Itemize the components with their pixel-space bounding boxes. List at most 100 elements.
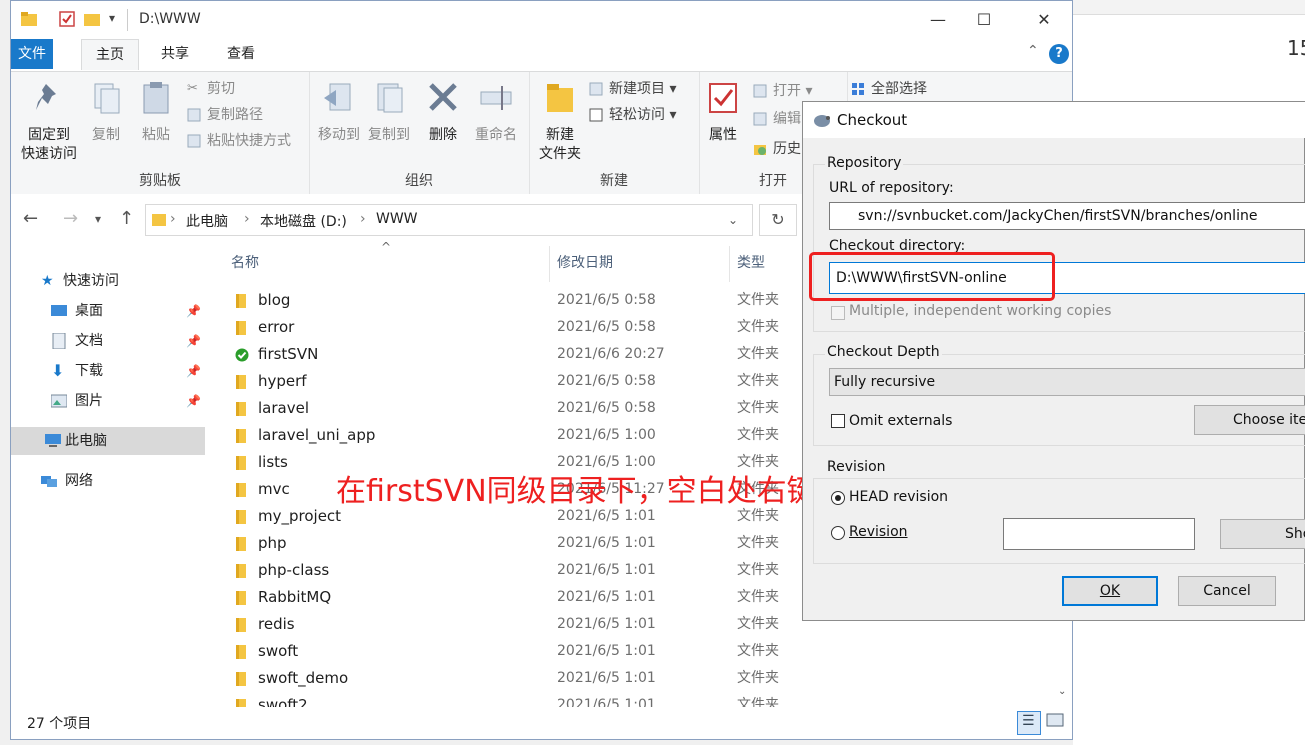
forward-arrow-icon[interactable]: → <box>63 208 78 229</box>
address-bar[interactable]: › 此电脑 › 本地磁盘 (D:) › WWW ⌄ <box>145 204 753 236</box>
properties-icon <box>709 83 737 113</box>
delete-button[interactable]: 删除 <box>423 80 463 145</box>
column-header-type[interactable]: 类型 <box>737 252 765 272</box>
clipboard-group: 固定到 快速访问 复制 粘贴 ✂ 剪切 复制路径 粘贴快捷方式 剪贴板 <box>11 72 310 194</box>
revision-radio[interactable] <box>831 526 845 540</box>
address-dropdown-icon[interactable]: ⌄ <box>728 213 738 227</box>
file-row[interactable]: swoft_demo 2021/6/5 1:01 文件夹 <box>231 665 1031 692</box>
details-view-button[interactable]: ☰ <box>1017 711 1041 735</box>
pin-quick-access-button[interactable]: 固定到 快速访问 <box>19 80 79 164</box>
details-view-icon: ☰ <box>1022 713 1035 729</box>
history-label: 历史 <box>773 141 801 157</box>
file-row[interactable]: swoft 2021/6/5 1:01 文件夹 <box>231 638 1031 665</box>
tortoise-icon <box>814 115 830 127</box>
cancel-button[interactable]: Cancel <box>1178 576 1276 606</box>
folder-icon <box>236 456 246 470</box>
history-button[interactable]: 历史 <box>753 138 801 160</box>
help-button[interactable]: ? <box>1049 44 1069 64</box>
file-name: firstSVN <box>258 345 319 363</box>
file-date: 2021/6/5 0:58 <box>557 319 656 335</box>
show-log-button[interactable]: Show log <box>1220 519 1305 549</box>
breadcrumb-drive-d[interactable]: 本地磁盘 (D:) <box>260 211 347 231</box>
easy-access-label: 轻松访问 <box>609 107 665 123</box>
open-button[interactable]: 打开 ▾ <box>753 80 812 102</box>
checkout-dialog: Checkout Repository URL of repository: s… <box>802 101 1305 621</box>
tab-share[interactable]: 共享 <box>147 39 203 69</box>
refresh-button[interactable]: ↻ <box>759 204 797 236</box>
maximize-button[interactable]: ☐ <box>961 7 1007 33</box>
nav-network[interactable]: 网络 <box>11 467 205 495</box>
select-all-button[interactable]: 全部选择 <box>851 78 927 100</box>
cut-button[interactable]: ✂ 剪切 <box>187 78 235 100</box>
easy-access-icon <box>589 108 603 122</box>
navigation-pane: ★ 快速访问 桌面 📌 文档 📌 ⬇ 下载 📌 图片 📌 此电脑 网络 <box>11 246 211 706</box>
back-arrow-icon[interactable]: ← <box>23 208 38 229</box>
tab-home[interactable]: 主页 <box>81 39 139 70</box>
omit-externals-checkbox[interactable] <box>831 414 845 428</box>
url-input[interactable]: svn://svnbucket.com/JackyChen/firstSVN/b… <box>829 202 1305 230</box>
choose-items-button[interactable]: Choose items... <box>1194 405 1305 435</box>
paste-button[interactable]: 粘贴 <box>133 80 179 145</box>
nav-quick-access[interactable]: ★ 快速访问 <box>11 267 205 295</box>
nav-desktop[interactable]: 桌面 📌 <box>11 297 205 325</box>
chevron-right-icon: › <box>170 211 176 227</box>
breadcrumb-www[interactable]: WWW <box>376 211 418 227</box>
column-header-date[interactable]: 修改日期 <box>557 252 613 272</box>
revision-input[interactable] <box>1003 518 1195 550</box>
copy-path-icon <box>187 108 201 122</box>
collapse-ribbon-icon[interactable]: ⌃ <box>1027 43 1039 59</box>
tab-file[interactable]: 文件 <box>11 39 53 69</box>
large-icons-view-button[interactable] <box>1045 711 1067 733</box>
ok-button[interactable]: OK <box>1062 576 1158 606</box>
easy-access-button[interactable]: 轻松访问 ▾ <box>589 104 676 126</box>
file-date: 2021/6/5 0:58 <box>557 292 656 308</box>
nav-pictures[interactable]: 图片 📌 <box>11 387 205 415</box>
head-revision-radio[interactable] <box>831 491 845 505</box>
rename-button[interactable]: 重命名 <box>469 80 523 145</box>
folder-icon <box>236 429 246 443</box>
breadcrumb-this-pc[interactable]: 此电脑 <box>186 211 228 231</box>
folder-icon <box>236 672 246 686</box>
nav-downloads[interactable]: ⬇ 下载 📌 <box>11 357 205 385</box>
revision-legend: Revision <box>825 459 888 475</box>
up-arrow-icon[interactable]: ↑ <box>119 208 134 229</box>
properties-button[interactable]: 属性 <box>703 80 743 145</box>
pin-icon: 📌 <box>186 394 201 408</box>
highlight-box <box>809 252 1055 301</box>
quick-toolbar-dropdown-icon[interactable]: ▾ <box>109 11 115 25</box>
multiple-working-copies-label: Multiple, independent working copies <box>849 303 1112 319</box>
column-header-name[interactable]: 名称 <box>231 252 259 272</box>
file-type: 文件夹 <box>737 535 779 551</box>
folder-icon <box>236 510 246 524</box>
background-number: 15 <box>1287 36 1305 60</box>
edit-button[interactable]: 编辑 <box>753 108 801 130</box>
repository-legend: Repository <box>825 155 904 171</box>
depth-select[interactable]: Fully recursive <box>829 368 1305 396</box>
nav-documents[interactable]: 文档 📌 <box>11 327 205 355</box>
head-revision-label: HEAD revision <box>849 489 949 505</box>
pictures-icon <box>51 394 67 408</box>
move-to-label: 移动到 <box>318 127 360 143</box>
new-folder-button[interactable]: 新建 文件夹 <box>533 80 587 164</box>
nav-this-pc[interactable]: 此电脑 <box>11 427 205 455</box>
file-name: php-class <box>258 561 330 579</box>
multiple-working-copies-checkbox[interactable] <box>831 306 845 320</box>
paste-shortcut-button[interactable]: 粘贴快捷方式 <box>187 130 291 152</box>
nav-this-pc-label: 此电脑 <box>65 433 107 449</box>
copy-button[interactable]: 复制 <box>83 80 129 145</box>
select-all-icon <box>852 83 864 95</box>
copy-to-button[interactable]: 复制到 <box>365 80 413 145</box>
tab-view[interactable]: 查看 <box>213 39 269 69</box>
pin-icon <box>36 84 56 110</box>
recent-locations-icon[interactable]: ▾ <box>95 212 101 226</box>
scroll-down-icon[interactable]: ⌄ <box>1058 686 1066 697</box>
new-folder-quick-icon[interactable] <box>84 12 100 26</box>
copy-path-button[interactable]: 复制路径 <box>187 104 263 126</box>
new-item-button[interactable]: 新建项目 ▾ <box>589 78 676 100</box>
organize-group-label: 组织 <box>405 173 433 189</box>
new-group: 新建 文件夹 新建项目 ▾ 轻松访问 ▾ 新建 <box>529 72 700 194</box>
move-to-button[interactable]: 移动到 <box>315 80 363 145</box>
close-button[interactable]: ✕ <box>1021 7 1067 33</box>
minimize-button[interactable]: — <box>915 7 961 33</box>
properties-check-icon[interactable] <box>59 11 75 27</box>
